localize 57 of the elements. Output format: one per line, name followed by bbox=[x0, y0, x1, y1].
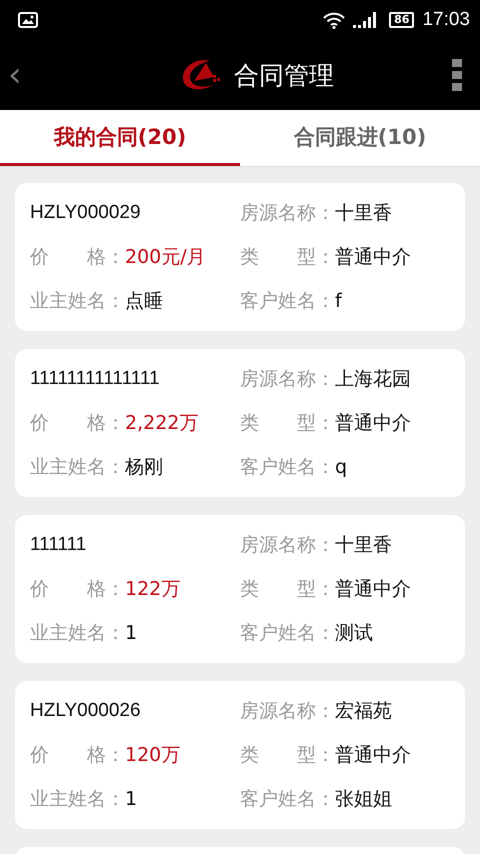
contract-card[interactable]: HZLY000026 房源名称：宏福苑 价 格：120万 类 型：普通中介 业主姓名：1 客户姓名：张姐姐 bbox=[15, 681, 465, 829]
field-label: 类 型： bbox=[240, 743, 335, 768]
field-label: 房源名称： bbox=[240, 699, 335, 724]
contract-number: HZLY000029 bbox=[30, 202, 142, 224]
tab[interactable]: 我的合同(20) bbox=[0, 110, 240, 166]
contract-card[interactable]: HZLY000029 房源名称：十里香 价 格：200元/月 类 型：普通中介 业主姓名：点睡 客户姓名：f bbox=[15, 183, 465, 331]
contract-number: HZLY000026 bbox=[30, 700, 142, 722]
field-label: 价 格： bbox=[30, 245, 125, 270]
field-label: 类 型： bbox=[240, 245, 335, 270]
clock-time: 17:03 bbox=[422, 9, 470, 31]
signal-icon bbox=[353, 12, 378, 28]
field-value: 张姐姐 bbox=[335, 787, 392, 812]
wifi-icon bbox=[323, 12, 346, 28]
field-label: 房源名称： bbox=[240, 367, 335, 392]
contract-number: 11111111111111 bbox=[30, 368, 161, 390]
field-label: 业主姓名： bbox=[30, 621, 125, 646]
field-value: 杨刚 bbox=[125, 455, 163, 480]
field-value: f bbox=[335, 290, 342, 312]
field-value: 测试 bbox=[335, 621, 373, 646]
field-label: 业主姓名： bbox=[30, 455, 125, 480]
field-value: 宏福苑 bbox=[335, 699, 392, 724]
field-value: 普通中介 bbox=[335, 411, 411, 436]
field-value: 普通中介 bbox=[335, 577, 411, 602]
field-label: 客户姓名： bbox=[240, 787, 335, 812]
field-label: 房源名称： bbox=[240, 201, 335, 226]
field-label: 价 格： bbox=[30, 411, 125, 436]
field-value: 200元/月 bbox=[125, 245, 206, 270]
picture-notification-icon bbox=[18, 12, 38, 28]
field-label: 业主姓名： bbox=[30, 289, 125, 314]
field-value: 十里香 bbox=[335, 533, 392, 558]
field-label: 客户姓名： bbox=[240, 455, 335, 480]
field-value: 120万 bbox=[125, 743, 180, 768]
field-label: 价 格： bbox=[30, 577, 125, 602]
field-value: 2,222万 bbox=[125, 411, 198, 436]
field-value: 1 bbox=[125, 622, 138, 644]
field-label: 客户姓名： bbox=[240, 289, 335, 314]
tab[interactable]: 合同跟进(10) bbox=[240, 110, 480, 166]
field-value: 普通中介 bbox=[335, 743, 411, 768]
field-label: 客户姓名： bbox=[240, 621, 335, 646]
field-value: q bbox=[335, 456, 348, 478]
contract-card[interactable]: 111111 房源名称：十里香 价 格：122万 类 型：普通中介 业主姓名：1 客户姓名：测试 bbox=[15, 515, 465, 663]
field-label: 类 型： bbox=[240, 411, 335, 436]
back-button[interactable]: ‹ bbox=[4, 55, 26, 95]
field-value: 点睡 bbox=[125, 289, 163, 314]
field-value: 1 bbox=[125, 788, 138, 810]
battery-indicator: 86 bbox=[389, 12, 414, 28]
field-value: 普通中介 bbox=[335, 245, 411, 270]
field-label: 房源名称： bbox=[240, 533, 335, 558]
field-value: 十里香 bbox=[335, 201, 392, 226]
contract-card[interactable]: 11111111111111 房源名称：上海花园 价 格：2,222万 类 型：普通中介 业主姓名：杨刚 客户姓名：q bbox=[15, 349, 465, 497]
field-value: 上海花园 bbox=[335, 367, 411, 392]
page-title: 合同管理 bbox=[234, 60, 334, 92]
contract-number: 111111 bbox=[30, 534, 88, 556]
field-label: 价 格： bbox=[30, 743, 125, 768]
field-label: 业主姓名： bbox=[30, 787, 125, 812]
field-value: 122万 bbox=[125, 577, 180, 602]
field-label: 类 型： bbox=[240, 577, 335, 602]
